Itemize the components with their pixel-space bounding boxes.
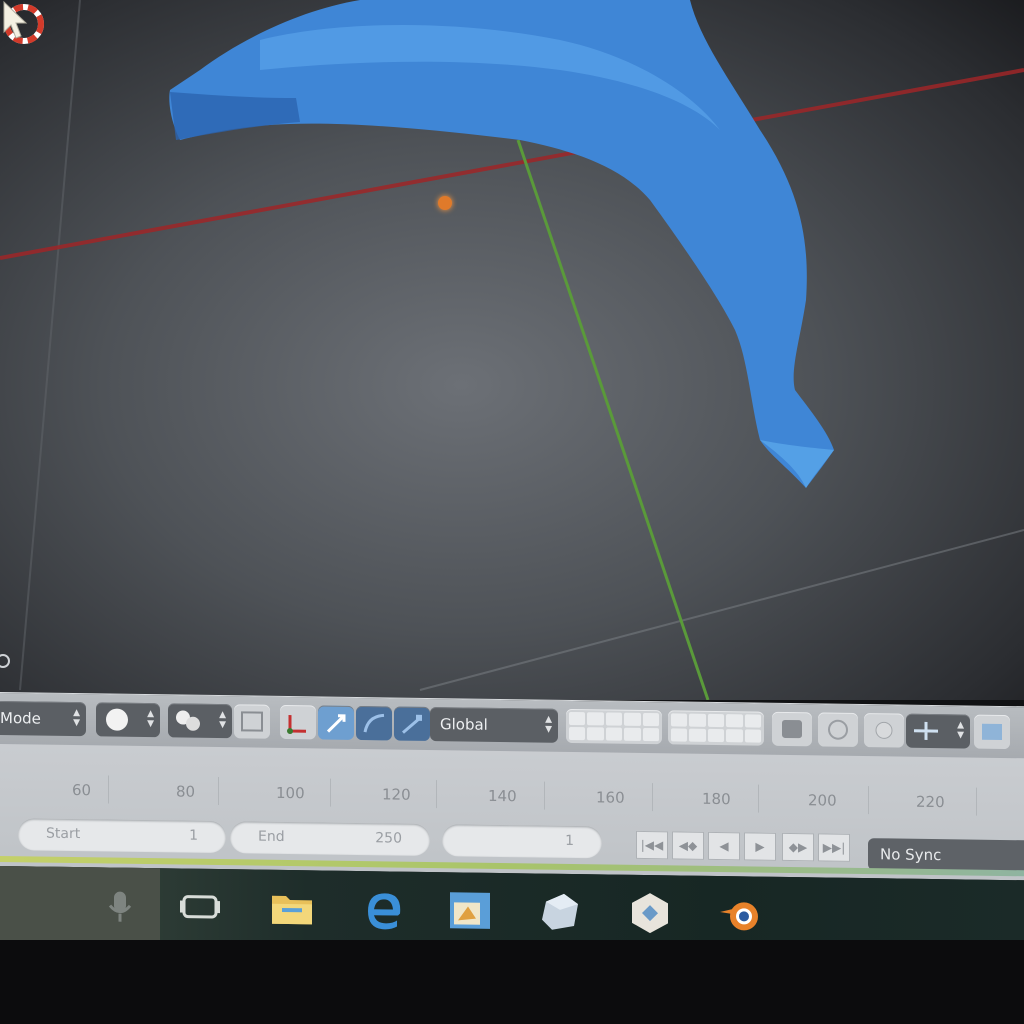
dropdown-arrows-icon: ▲ ▼ [545, 714, 552, 735]
mesh-object [169, 0, 835, 488]
end-frame-field[interactable]: End 250 [230, 821, 430, 857]
scale-icon [402, 714, 422, 734]
jump-to-keyframe-back-button[interactable]: ◀◆ [672, 831, 704, 860]
grid-line [19, 0, 81, 691]
sync-mode-label: No Sync [880, 845, 942, 865]
render-preview-button[interactable] [818, 712, 858, 747]
timeline-tick [436, 780, 437, 809]
dropdown-arrows-icon: ▲ ▼ [73, 708, 80, 729]
app-cube-button[interactable] [522, 890, 598, 949]
opengl-render-button[interactable] [974, 714, 1010, 750]
jump-to-end-button[interactable]: ▶▶| [818, 833, 850, 862]
current-frame-value: 1 [565, 832, 574, 850]
start-frame-label: Start [46, 825, 81, 843]
translate-arrow-icon [326, 714, 346, 733]
manipulator-icon [287, 715, 306, 735]
timeline-tick [868, 786, 869, 815]
frame-label: 80 [176, 782, 196, 801]
frame-label: 200 [808, 791, 837, 810]
scene-layers-group-2[interactable] [668, 710, 764, 746]
play-button[interactable]: ▶ [744, 832, 776, 861]
snap-icon [914, 721, 938, 740]
frame-label: 140 [488, 786, 517, 806]
transform-orientation-dropdown[interactable]: Global ▲ ▼ [430, 707, 558, 743]
timeline-tick [330, 778, 331, 807]
edge-icon[interactable] [362, 887, 406, 932]
frame-label: 100 [276, 783, 305, 803]
dropdown-arrows-icon: ▲ ▼ [957, 720, 964, 741]
pivot-only-button[interactable] [234, 704, 270, 739]
app-cube-icon [542, 893, 578, 930]
mode-dropdown-label: Mode [0, 709, 41, 728]
monitor-bezel [0, 940, 1024, 1024]
timeline-tick [758, 784, 759, 813]
file-explorer-button[interactable] [254, 886, 330, 945]
timeline-tick [652, 783, 653, 812]
blender-icon [720, 902, 758, 931]
monitor-screen: Mode ▲ ▼ ▲ ▼ ▲ ▼ Global ▲ ▼ ▲ ▼ 60 80 10… [0, 0, 1024, 1024]
microphone-icon[interactable] [98, 883, 142, 928]
mesh-shadow [170, 92, 300, 140]
proportional-edit-icon [875, 721, 893, 739]
viewport-shading-dropdown[interactable]: ▲ ▼ [96, 702, 160, 738]
frame-label: 120 [382, 785, 411, 804]
pivot-point-icon [176, 710, 200, 731]
frame-label: 160 [596, 788, 625, 807]
rotate-arc-icon [363, 713, 385, 733]
translate-manipulator-button[interactable] [318, 705, 354, 740]
snap-element-dropdown[interactable]: ▲ ▼ [906, 713, 970, 749]
current-frame-field[interactable]: 1 [442, 824, 602, 859]
blender-button[interactable] [702, 892, 778, 951]
mouse-pointer-icon [3, 0, 28, 39]
timeline-tick [108, 775, 109, 804]
start-frame-field[interactable]: Start 1 [18, 818, 226, 854]
play-reverse-button[interactable]: ◀ [708, 831, 740, 861]
manipulator-toggle-button[interactable] [280, 704, 316, 740]
solid-shading-icon [106, 708, 128, 731]
end-frame-value: 250 [375, 830, 402, 847]
object-origin-dot [438, 196, 452, 210]
pivot-point-dropdown[interactable]: ▲ ▼ [168, 703, 232, 739]
dropdown-arrows-icon: ▲ ▼ [219, 710, 226, 731]
transform-orientation-label: Global [440, 715, 488, 734]
manipulator-center-icon [241, 711, 263, 732]
proportional-edit-button[interactable] [864, 713, 904, 748]
render-icon [828, 719, 848, 740]
3d-viewport[interactable] [0, 0, 1024, 700]
layer-lock-icon [782, 719, 802, 739]
grid-line [419, 529, 1024, 691]
paint-button[interactable] [432, 888, 508, 948]
scale-manipulator-button[interactable] [394, 706, 430, 742]
jump-to-start-button[interactable]: |◀◀ [636, 830, 668, 860]
app-hex-icon [632, 893, 668, 934]
start-frame-value: 1 [189, 827, 198, 844]
paint-icon [450, 892, 490, 929]
lock-camera-button[interactable] [772, 711, 812, 747]
timeline-tick [544, 781, 545, 810]
end-frame-label: End [258, 828, 285, 845]
file-explorer-icon [272, 895, 312, 925]
frame-label: 220 [916, 792, 945, 812]
frame-label: 180 [702, 789, 731, 809]
app-hex-button[interactable] [612, 891, 688, 950]
timeline-tick [976, 787, 977, 816]
task-view-icon[interactable] [178, 884, 222, 929]
frame-label: 60 [72, 781, 92, 800]
rotate-manipulator-button[interactable] [356, 705, 392, 741]
mode-dropdown[interactable]: Mode ▲ ▼ [0, 700, 86, 737]
scene-layers-group-1[interactable] [566, 708, 662, 745]
camera-render-icon [982, 723, 1002, 740]
sync-mode-dropdown[interactable]: No Sync [868, 838, 1024, 873]
jump-to-keyframe-forward-button[interactable]: ◆▶ [782, 832, 814, 862]
viewport-scene [0, 0, 1024, 700]
timeline-tick [218, 777, 219, 806]
dropdown-arrows-icon: ▲ ▼ [147, 709, 154, 730]
